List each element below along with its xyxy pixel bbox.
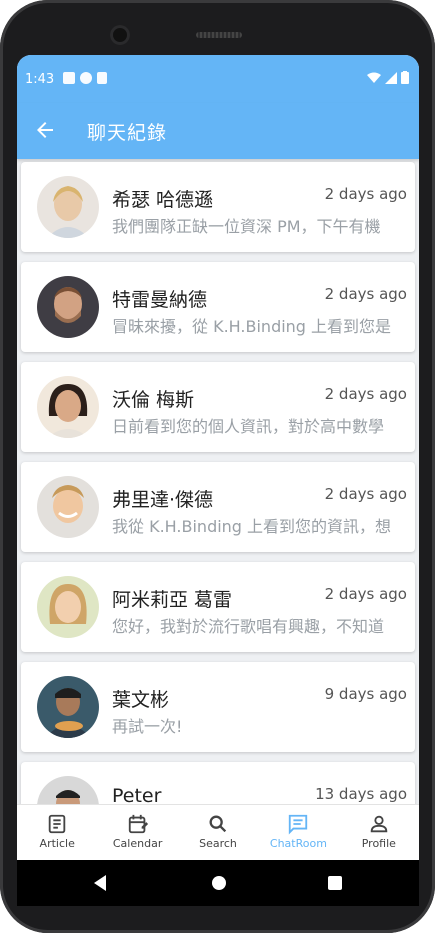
sd-card-icon bbox=[97, 72, 107, 84]
avatar bbox=[37, 776, 99, 804]
chat-item[interactable]: 葉文彬 9 days ago 再試一次! bbox=[21, 662, 415, 752]
chat-icon bbox=[289, 814, 308, 835]
chat-item[interactable]: 特雷曼納德 2 days ago 冒昧來擾，從 K.H.Binding 上看到您… bbox=[21, 262, 415, 352]
chat-item[interactable]: 希瑟 哈德遜 2 days ago 我們團隊正缺一位資深 PM，下午有機 bbox=[21, 162, 415, 252]
chat-preview: 冒昧來擾，從 K.H.Binding 上看到您是 bbox=[112, 317, 392, 336]
chat-preview: 日前看到您的個人資訊，對於高中數學 bbox=[112, 417, 385, 436]
camera-icon bbox=[110, 25, 130, 45]
chat-name: 希瑟 哈德遜 bbox=[112, 189, 214, 211]
signal-icon bbox=[385, 71, 397, 84]
chat-name: 阿米莉亞 葛雷 bbox=[112, 589, 233, 611]
chat-time: 13 days ago bbox=[315, 785, 407, 803]
chat-time: 2 days ago bbox=[324, 285, 407, 303]
nav-profile[interactable]: Profile bbox=[339, 805, 419, 860]
chat-time: 2 days ago bbox=[324, 185, 407, 203]
back-triangle-icon[interactable] bbox=[92, 874, 108, 892]
chat-item[interactable]: 阿米莉亞 葛雷 2 days ago 您好，我對於流行歌唱有興趣，不知道 bbox=[21, 562, 415, 652]
nav-chatroom[interactable]: ChatRoom bbox=[258, 805, 338, 860]
phone-frame: 1:43 聊天紀錄 希瑟 哈德遜 2 days ago 我們團隊正缺一位資深 P… bbox=[0, 0, 435, 933]
status-time: 1:43 bbox=[25, 72, 55, 87]
bottom-navigation: Article Calendar Search ChatRoom Profile bbox=[17, 804, 419, 860]
nav-label: Calendar bbox=[112, 837, 163, 850]
chat-name: 弗里達·傑德 bbox=[112, 489, 214, 511]
article-icon bbox=[48, 814, 66, 834]
back-arrow-icon[interactable] bbox=[33, 118, 57, 142]
avatar bbox=[37, 376, 99, 438]
avatar bbox=[37, 676, 99, 738]
nav-search[interactable]: Search bbox=[178, 805, 258, 860]
calendar-icon bbox=[128, 814, 148, 834]
chat-item[interactable]: 弗里達·傑德 2 days ago 我從 K.H.Binding 上看到您的資訊… bbox=[21, 462, 415, 552]
chat-time: 2 days ago bbox=[324, 485, 407, 503]
chat-preview: 我們團隊正缺一位資深 PM，下午有機 bbox=[112, 217, 381, 236]
nav-label: Profile bbox=[361, 837, 396, 850]
profile-icon bbox=[370, 815, 388, 833]
speaker-grill bbox=[196, 32, 242, 38]
chat-preview: 您好，我對於流行歌唱有興趣，不知道 bbox=[112, 617, 385, 636]
chat-name: 特雷曼納德 bbox=[112, 289, 208, 311]
status-bar: 1:43 bbox=[17, 55, 419, 103]
avatar bbox=[37, 176, 99, 238]
page-title: 聊天紀錄 bbox=[87, 122, 168, 144]
battery-icon bbox=[401, 71, 409, 84]
chat-item[interactable]: Peter 13 days ago bbox=[21, 762, 415, 804]
chat-name: 沃倫 梅斯 bbox=[112, 389, 195, 411]
chat-preview: 再試一次! bbox=[112, 717, 183, 736]
nav-label: Search bbox=[199, 837, 237, 850]
chat-time: 2 days ago bbox=[324, 385, 407, 403]
nav-article[interactable]: Article bbox=[17, 805, 97, 860]
chat-time: 2 days ago bbox=[324, 585, 407, 603]
chat-name: Peter bbox=[112, 785, 162, 804]
notification-icons bbox=[63, 72, 107, 84]
app-bar: 聊天紀錄 bbox=[17, 103, 419, 159]
avatar bbox=[37, 476, 99, 538]
system-navigation-bar bbox=[17, 860, 419, 906]
chat-preview: 我從 K.H.Binding 上看到您的資訊，想 bbox=[112, 517, 392, 536]
chat-time: 9 days ago bbox=[324, 685, 407, 703]
nav-label: ChatRoom bbox=[269, 837, 327, 850]
avatar bbox=[37, 576, 99, 638]
image-notification-icon bbox=[63, 72, 75, 84]
chat-item[interactable]: 沃倫 梅斯 2 days ago 日前看到您的個人資訊，對於高中數學 bbox=[21, 362, 415, 452]
app-notification-icon bbox=[80, 72, 92, 84]
nav-label: Article bbox=[39, 837, 75, 850]
home-circle-icon[interactable] bbox=[211, 874, 227, 892]
recents-square-icon[interactable] bbox=[327, 874, 343, 892]
screen: 1:43 聊天紀錄 希瑟 哈德遜 2 days ago 我們團隊正缺一位資深 P… bbox=[17, 55, 419, 860]
system-icons bbox=[367, 71, 409, 84]
chat-list: 希瑟 哈德遜 2 days ago 我們團隊正缺一位資深 PM，下午有機 特雷曼… bbox=[17, 159, 419, 804]
wifi-icon bbox=[367, 72, 381, 83]
search-icon bbox=[209, 815, 227, 833]
nav-calendar[interactable]: Calendar bbox=[97, 805, 177, 860]
avatar bbox=[37, 276, 99, 338]
chat-name: 葉文彬 bbox=[112, 689, 170, 711]
